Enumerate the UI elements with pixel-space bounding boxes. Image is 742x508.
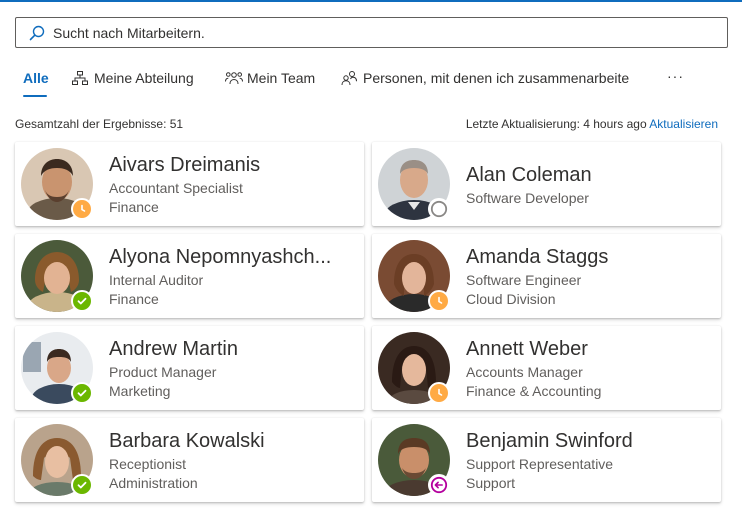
person-title: Software Developer [466, 190, 589, 206]
tab-label: Alle [23, 70, 49, 86]
tab-personen-zusammenarbeit[interactable]: Personen, mit denen ich zusammenarbeite [341, 60, 629, 96]
person-name: Alyona Nepomnyashch... [109, 246, 332, 268]
person-name: Andrew Martin [109, 338, 238, 360]
search-box[interactable] [15, 17, 728, 48]
person-department: Support [466, 475, 516, 491]
search-icon [29, 25, 45, 41]
person-department: Finance [109, 199, 159, 215]
person-department: Finance [109, 291, 159, 307]
person-card[interactable]: Alyona Nepomnyashch... Internal Auditor … [15, 234, 364, 318]
person-name: Amanda Staggs [466, 246, 609, 268]
person-title: Receptionist [109, 456, 187, 472]
presence-offline-icon [428, 198, 450, 220]
person-card[interactable]: Barbara Kowalski Receptionist Administra… [15, 418, 364, 502]
people-team-icon [225, 70, 243, 86]
person-card[interactable]: Andrew Martin Product Manager Marketing [15, 326, 364, 410]
presence-available-icon [71, 382, 93, 404]
search-input[interactable] [53, 18, 727, 47]
top-accent-rule [0, 0, 742, 2]
person-title: Software Engineer [466, 272, 582, 288]
presence-away-icon [428, 290, 450, 312]
person-department: Finance & Accounting [466, 383, 602, 399]
presence-out-of-office-icon [428, 474, 450, 496]
person-name: Alan Coleman [466, 164, 592, 186]
active-tab-indicator [23, 95, 47, 97]
tab-label: Meine Abteilung [94, 70, 194, 86]
person-card[interactable]: Amanda Staggs Software Engineer Cloud Di… [372, 234, 721, 318]
person-name: Annett Weber [466, 338, 588, 360]
person-department: Administration [109, 475, 198, 491]
last-updated: Letzte Aktualisierung: 4 hours ago Aktua… [466, 117, 718, 131]
people-icon [341, 70, 359, 86]
person-title: Product Manager [109, 364, 217, 380]
tab-label: Personen, mit denen ich zusammenarbeite [363, 70, 630, 86]
presence-away-icon [71, 198, 93, 220]
tab-alle[interactable]: Alle [23, 60, 49, 96]
presence-available-icon [71, 290, 93, 312]
person-department: Cloud Division [466, 291, 556, 307]
pivot-tabs: Alle Meine Abteilung Mein Team Personen,… [15, 60, 728, 100]
last-updated-label: Letzte Aktualisierung: 4 hours ago [465, 117, 647, 131]
person-card[interactable]: Benjamin Swinford Support Representative… [372, 418, 721, 502]
presence-available-icon [71, 474, 93, 496]
tab-meine-abteilung[interactable]: Meine Abteilung [72, 60, 194, 96]
more-tabs-button[interactable]: ··· [667, 60, 684, 92]
person-department: Marketing [109, 383, 171, 399]
tab-mein-team[interactable]: Mein Team [225, 60, 315, 96]
org-chart-icon [72, 70, 90, 86]
person-name: Aivars Dreimanis [109, 154, 261, 176]
refresh-link[interactable]: Aktualisieren [649, 117, 718, 131]
person-card[interactable]: Aivars Dreimanis Accountant Specialist F… [15, 142, 364, 226]
person-title: Internal Auditor [109, 272, 204, 288]
person-title: Accountant Specialist [109, 180, 243, 196]
person-name: Benjamin Swinford [466, 430, 633, 452]
results-count: Gesamtzahl der Ergebnisse: 51 [15, 117, 184, 131]
person-name: Barbara Kowalski [109, 430, 265, 452]
presence-away-icon [428, 382, 450, 404]
person-title: Accounts Manager [466, 364, 583, 380]
more-label: ··· [667, 68, 684, 84]
person-card[interactable]: Annett Weber Accounts Manager Finance & … [372, 326, 721, 410]
person-card[interactable]: Alan Coleman Software Developer [372, 142, 721, 226]
person-title: Support Representative [466, 456, 614, 472]
tab-label: Mein Team [247, 70, 316, 86]
